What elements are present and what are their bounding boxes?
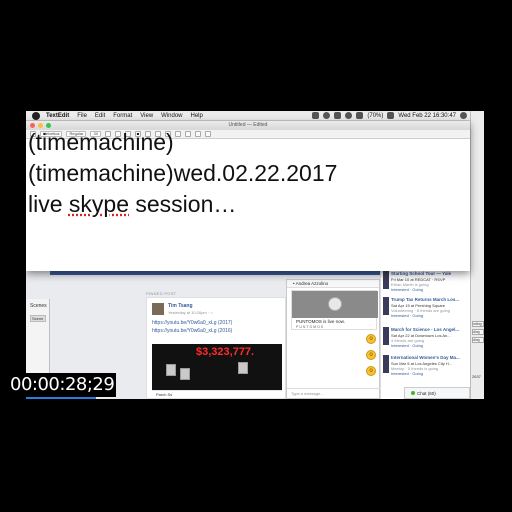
post-footer: Parch Ss — [152, 390, 282, 398]
wow-emoji-icon: o — [366, 366, 376, 376]
scenes-label: Scenes — [30, 303, 47, 309]
flag-icon[interactable] — [387, 112, 395, 119]
editor-right-panel: nding ding ding 2637 — [470, 111, 484, 399]
shared-live-card[interactable]: PUNTOMOS is live now. PUNTOMOS — [291, 290, 378, 330]
pinned-post: Tim Tsang Yesterday at 10:26pm · ⌂ https… — [146, 297, 286, 399]
menu-help[interactable]: Help — [191, 113, 203, 119]
event-item[interactable]: March for Science - Los Angel... Sat Apr… — [383, 327, 469, 351]
right-panel-counter: 2637 — [472, 374, 481, 379]
events-sidebar: Starting School Tour — Yale Fri Mar 10 a… — [380, 271, 470, 399]
menu-window[interactable]: Window — [161, 113, 182, 119]
avatar[interactable] — [152, 303, 164, 315]
pinned-post-label: PINNED POST — [146, 291, 177, 296]
event-item[interactable]: Starting School Tour — Yale Fri Mar 10 a… — [383, 271, 469, 295]
wow-emoji-icon: o — [366, 334, 376, 344]
chat-header[interactable]: • Andrea Azzolino — [287, 280, 379, 288]
event-item[interactable]: Trump Tax Returns March Los... Sat Apr 1… — [383, 297, 469, 321]
online-dot-icon — [411, 391, 415, 395]
timecode-progress-bar — [26, 397, 96, 399]
doc-line-1: (timemachine) — [28, 129, 174, 155]
menu-format[interactable]: Format — [113, 113, 132, 119]
post-meta: Yesterday at 10:26pm · ⌂ — [168, 310, 213, 315]
chat-sidebar-button[interactable]: Chat (60) — [404, 387, 470, 399]
play-icon[interactable] — [328, 297, 342, 311]
event-item[interactable]: International Women's Day Ma... Sun Mar … — [383, 355, 469, 379]
macos-menubar: TextEdit File Edit Format View Window He… — [26, 111, 484, 121]
event-image — [383, 271, 389, 289]
post-link-1[interactable]: https://youtu.be/Y0w6a0_xLg (2017) — [152, 320, 232, 326]
video-thumbnail — [238, 362, 248, 374]
event-title[interactable]: International Women's Day Ma... — [391, 355, 460, 360]
bluetooth-icon[interactable] — [334, 112, 342, 119]
video-thumbnail — [180, 368, 190, 380]
event-image — [383, 355, 389, 373]
chat-window: • Andrea Azzolino PUNTOMOS is live now. … — [286, 279, 381, 399]
menu-edit[interactable]: Edit — [95, 113, 105, 119]
doc-line-2: (timemachine)wed.02.22.2017 — [28, 160, 338, 186]
doc-line-3: live skype session… — [28, 191, 237, 217]
dropbox-icon[interactable] — [312, 112, 320, 119]
chat-input[interactable]: Type a message... — [287, 388, 381, 399]
video-amount-text: $3,323,777. — [196, 346, 255, 358]
chat-count-label: Chat (60) — [417, 391, 436, 396]
event-actions[interactable]: Interested · Going — [391, 313, 423, 318]
right-panel-button[interactable]: nding — [472, 321, 484, 327]
post-link-2[interactable]: https://youtu.be/Y0w6a0_xLg (2016) — [152, 328, 232, 334]
timemachine-icon[interactable] — [323, 112, 331, 119]
event-title[interactable]: Trump Tax Returns March Los... — [391, 297, 459, 302]
menu-app-textedit[interactable]: TextEdit — [46, 113, 69, 119]
video-thumbnail — [166, 364, 176, 376]
screen-capture: TextEdit File Edit Format View Window He… — [26, 111, 484, 399]
event-image — [383, 297, 389, 315]
volume-icon[interactable] — [356, 112, 364, 119]
event-actions[interactable]: Interested · Going — [391, 287, 423, 292]
live-caption: PUNTOMOS is live now. — [296, 319, 345, 324]
event-title[interactable]: March for Science - Los Angel... — [391, 327, 459, 332]
scene-row[interactable]: Scene — [30, 315, 46, 322]
menu-view[interactable]: View — [140, 113, 153, 119]
event-actions[interactable]: Interested · Going — [391, 343, 423, 348]
wifi-icon[interactable] — [345, 112, 353, 119]
document-body[interactable]: (timemachine) (timemachine)wed.02.22.201… — [28, 129, 468, 220]
textedit-window: Untitled — Edited Helvetica Regular 30 (… — [26, 121, 470, 271]
menu-file[interactable]: File — [77, 113, 87, 119]
event-actions[interactable]: Interested · Going — [391, 371, 423, 376]
spotlight-icon[interactable] — [460, 112, 467, 119]
post-video[interactable]: $3,323,777. — [152, 344, 282, 390]
right-panel-button[interactable]: ding — [472, 329, 484, 335]
video-timecode: 00:00:28;29 — [8, 373, 117, 397]
battery-percent[interactable]: (70%) — [367, 113, 383, 119]
menubar-clock[interactable]: Wed Feb 22 16:30:47 — [398, 113, 456, 119]
wow-emoji-icon: o — [366, 350, 376, 360]
event-title[interactable]: Starting School Tour — Yale — [391, 271, 451, 276]
live-brand: PUNTOMOS — [296, 325, 325, 329]
apple-icon[interactable] — [32, 111, 40, 120]
menubar-status-area: (70%) Wed Feb 22 16:30:47 — [312, 112, 478, 119]
right-panel-button[interactable]: ding — [472, 337, 484, 343]
event-image — [383, 327, 389, 345]
misspelled-word: skype — [68, 191, 129, 217]
post-author[interactable]: Tim Tsang — [168, 303, 193, 309]
